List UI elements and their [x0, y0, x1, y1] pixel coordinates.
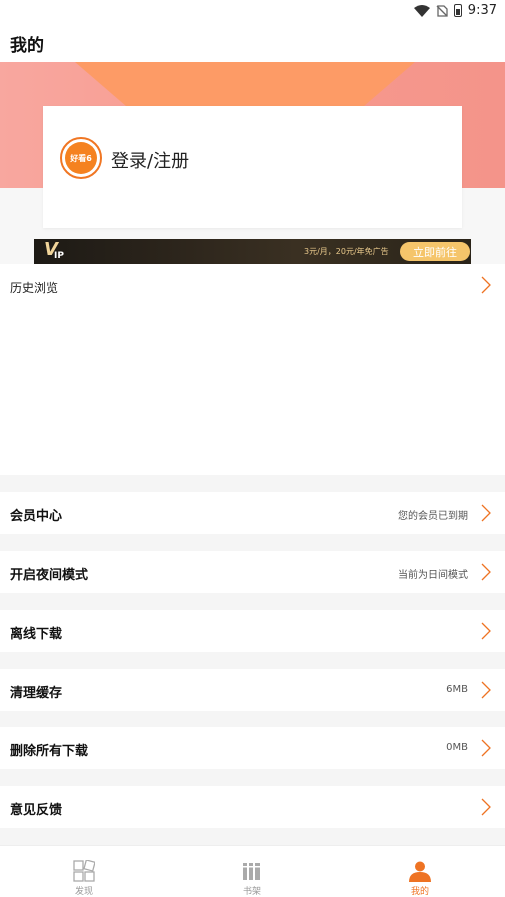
- menu-row-night-mode[interactable]: 开启夜间模式 当前为日间模式: [0, 551, 505, 593]
- nav-label: 我的: [410, 887, 429, 897]
- login-card[interactable]: 好看6 登录/注册: [43, 106, 462, 228]
- nav-tab-mine[interactable]: 我的: [336, 846, 504, 897]
- menu-value: 6MB: [446, 684, 468, 695]
- vip-banner[interactable]: V IP 3元/月，20元/年免广告 立即前往: [34, 239, 471, 264]
- menu-value: 当前为日间模式: [398, 570, 468, 581]
- wifi-icon: [413, 4, 430, 17]
- chevron-right-icon[interactable]: [481, 276, 491, 294]
- app-logo-icon: 好看6: [65, 142, 97, 174]
- vip-logo-ip: IP: [54, 251, 64, 261]
- chevron-right-icon[interactable]: [481, 504, 491, 522]
- avatar[interactable]: 好看6: [60, 137, 102, 179]
- menu-value: 0MB: [446, 742, 468, 753]
- nav-tab-discover[interactable]: 发现: [0, 846, 168, 897]
- vip-go-button[interactable]: 立即前往: [400, 242, 470, 261]
- history-title: 历史浏览: [10, 281, 59, 295]
- history-section[interactable]: 历史浏览: [0, 264, 505, 475]
- nav-label: 发现: [74, 887, 93, 897]
- bottom-nav: 发现 书架 我的: [0, 845, 505, 897]
- menu-row-feedback[interactable]: 意见反馈: [0, 786, 505, 828]
- status-icons: 9:37: [413, 3, 497, 18]
- menu-value: 您的会员已到期: [398, 511, 468, 522]
- chevron-right-icon[interactable]: [481, 622, 491, 640]
- menu-label: 意见反馈: [10, 803, 63, 818]
- user-icon: [409, 861, 431, 882]
- login-register-link[interactable]: 登录/注册: [111, 147, 189, 173]
- menu-label: 离线下载: [10, 627, 63, 642]
- battery-icon: [453, 4, 462, 17]
- menu-label: 开启夜间模式: [10, 568, 89, 583]
- menu-label: 删除所有下载: [10, 744, 89, 759]
- chevron-right-icon[interactable]: [481, 798, 491, 816]
- chevron-right-icon[interactable]: [481, 563, 491, 581]
- menu-label: 会员中心: [10, 509, 63, 524]
- status-bar: 9:37: [0, 0, 505, 22]
- vip-promo-text: 3元/月，20元/年免广告: [304, 247, 389, 256]
- chevron-right-icon[interactable]: [481, 739, 491, 757]
- menu-row-offline-download[interactable]: 离线下载: [0, 610, 505, 652]
- no-sim-icon: [436, 4, 448, 17]
- status-time: 9:37: [467, 3, 497, 18]
- page-title: 我的: [10, 36, 44, 56]
- menu-row-member-center[interactable]: 会员中心 您的会员已到期: [0, 492, 505, 534]
- menu-row-clear-cache[interactable]: 清理缓存 6MB: [0, 669, 505, 711]
- app-bar: 我的: [0, 22, 505, 62]
- nav-label: 书架: [242, 887, 261, 897]
- nav-tab-bookshelf[interactable]: 书架: [168, 846, 336, 897]
- vip-logo: V IP: [44, 239, 70, 264]
- menu-label: 清理缓存: [10, 686, 63, 701]
- menu-row-delete-downloads[interactable]: 删除所有下载 0MB: [0, 727, 505, 769]
- discover-icon: [73, 860, 95, 882]
- header-decoration: [75, 62, 415, 106]
- chevron-right-icon[interactable]: [481, 681, 491, 699]
- bookshelf-icon: [243, 863, 260, 880]
